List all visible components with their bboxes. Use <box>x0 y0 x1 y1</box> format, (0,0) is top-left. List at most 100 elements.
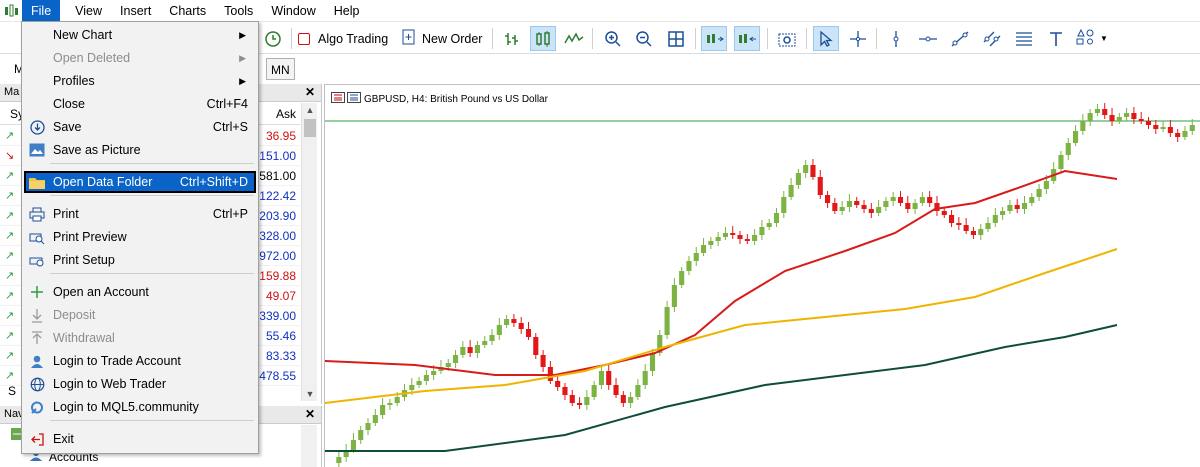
candle-body <box>1153 125 1159 129</box>
menu-item-exit[interactable]: Exit <box>24 428 256 450</box>
arrow-up-icon: ↗ <box>5 170 15 182</box>
scroll-down-icon[interactable]: ▼ <box>302 389 318 399</box>
plus-icon <box>29 284 45 300</box>
menu-item-login-to-mql5-community[interactable]: Login to MQL5.community <box>24 396 256 418</box>
horizontal-line-icon[interactable] <box>915 26 941 51</box>
menu-item-label: Open an Account <box>53 285 149 299</box>
ask-price: 83.33 <box>265 349 296 363</box>
ask-price: 0972.00 <box>252 249 296 263</box>
menu-tools[interactable]: Tools <box>215 0 262 22</box>
candle-body <box>336 457 342 463</box>
menu-item-new-chart[interactable]: New Chart ▶ <box>24 24 256 46</box>
menu-help[interactable]: Help <box>325 0 369 22</box>
zoom-out-icon[interactable] <box>631 26 657 51</box>
menu-item-open-an-account[interactable]: Open an Account <box>24 281 256 303</box>
menu-item-close[interactable]: Close Ctrl+F4 <box>24 93 256 115</box>
new-order-button[interactable]: New Order <box>402 26 482 51</box>
navigator-scrollbar[interactable] <box>301 425 317 467</box>
close-icon[interactable]: ✕ <box>305 407 315 421</box>
ask-price: 3151.00 <box>252 149 296 163</box>
submenu-arrow-icon: ▶ <box>239 29 246 40</box>
menu-view[interactable]: View <box>66 0 111 22</box>
chart-shift-icon[interactable] <box>701 26 727 51</box>
menu-item-label: Print Preview <box>53 230 127 244</box>
candle-body <box>1182 131 1188 137</box>
candle-body <box>766 223 772 227</box>
arrow-up-icon: ↗ <box>5 130 15 142</box>
candle-body <box>1065 143 1071 155</box>
market-watch-tab[interactable]: S <box>8 384 16 398</box>
candle-body <box>628 397 634 403</box>
menu-item-label: Login to MQL5.community <box>53 400 199 414</box>
shapes-dropdown[interactable]: ▼ <box>1075 26 1113 51</box>
menu-charts[interactable]: Charts <box>160 0 215 22</box>
candle-body <box>394 397 400 403</box>
crosshair-icon[interactable] <box>845 26 871 51</box>
candle-body <box>744 239 750 241</box>
scroll-thumb[interactable] <box>304 119 316 137</box>
candle-body <box>941 211 947 215</box>
candle-body <box>496 325 502 335</box>
candle-body <box>803 165 809 173</box>
menu-item-shortcut: Ctrl+S <box>212 120 248 134</box>
bar-chart-icon[interactable] <box>499 26 525 51</box>
candlestick-chart-icon[interactable] <box>530 26 556 51</box>
menu-insert[interactable]: Insert <box>111 0 160 22</box>
candle-body <box>664 307 670 335</box>
arrow-up-icon: ↗ <box>5 330 15 342</box>
cursor-icon[interactable] <box>813 26 839 51</box>
candle-body <box>584 397 590 405</box>
candle-body <box>387 403 393 405</box>
menu-item-open-data-folder[interactable]: Open Data Folder Ctrl+Shift+D <box>24 171 256 193</box>
menu-item-login-to-trade-account[interactable]: Login to Trade Account <box>24 350 256 372</box>
fibonacci-icon[interactable] <box>1011 26 1037 51</box>
refresh-icon[interactable] <box>260 26 286 51</box>
column-ask[interactable]: Ask <box>276 107 296 121</box>
chart-window[interactable]: GBPUSD, H4: British Pound vs US Dollar <box>324 84 1200 467</box>
menu-item-save[interactable]: Save Ctrl+S <box>24 116 256 138</box>
candle-body <box>1145 121 1152 125</box>
ask-price: 55.46 <box>265 329 296 343</box>
menu-item-withdrawal[interactable]: Withdrawal <box>24 327 256 349</box>
menu-item-print[interactable]: Print Ctrl+P <box>24 203 256 225</box>
menu-item-label: Deposit <box>53 308 96 322</box>
menu-item-print-setup[interactable]: Print Setup <box>24 249 256 271</box>
menu-item-deposit[interactable]: Deposit <box>24 304 256 326</box>
candle-body <box>1058 155 1064 169</box>
candle-body <box>1167 127 1173 133</box>
candle-body <box>1138 119 1144 121</box>
menu-item-print-preview[interactable]: Print Preview <box>24 226 256 248</box>
scroll-up-icon[interactable]: ▲ <box>302 105 318 115</box>
tile-windows-icon[interactable] <box>663 26 689 51</box>
candle-body <box>890 197 896 201</box>
text-icon[interactable] <box>1043 26 1069 51</box>
moving-average-red <box>325 169 1118 376</box>
trendline-icon[interactable] <box>947 26 973 51</box>
candle-body <box>905 203 911 209</box>
channel-icon[interactable] <box>979 26 1005 51</box>
algo-trading-button[interactable]: Algo Trading <box>298 26 388 51</box>
candle-body <box>423 375 429 381</box>
candle-body <box>1094 109 1100 113</box>
timeframe-mn[interactable]: MN <box>266 58 295 80</box>
menu-item-login-to-web-trader[interactable]: Login to Web Trader <box>24 373 256 395</box>
candle-body <box>365 423 371 430</box>
vertical-line-icon[interactable] <box>883 26 909 51</box>
ask-price: 478.55 <box>259 369 296 383</box>
price-chart[interactable] <box>325 85 1200 467</box>
zoom-in-icon[interactable] <box>600 26 626 51</box>
line-chart-icon[interactable] <box>561 26 587 51</box>
candle-body <box>912 203 918 209</box>
menu-item-open-deleted[interactable]: Open Deleted ▶ <box>24 47 256 69</box>
menu-item-profiles[interactable]: Profiles ▶ <box>24 70 256 92</box>
arrow-up-icon: ↗ <box>5 190 15 202</box>
close-icon[interactable]: ✕ <box>305 85 315 99</box>
menu-window[interactable]: Window <box>262 0 324 22</box>
print-setup-icon <box>29 252 45 268</box>
autoscroll-icon[interactable] <box>734 26 760 51</box>
ask-price: 3339.00 <box>252 309 296 323</box>
screenshot-icon[interactable] <box>774 26 800 51</box>
menu-item-save-as-picture[interactable]: Save as Picture <box>24 139 256 161</box>
menu-file[interactable]: File <box>22 0 61 22</box>
market-watch-scrollbar[interactable]: ▲ ▼ <box>301 103 317 401</box>
